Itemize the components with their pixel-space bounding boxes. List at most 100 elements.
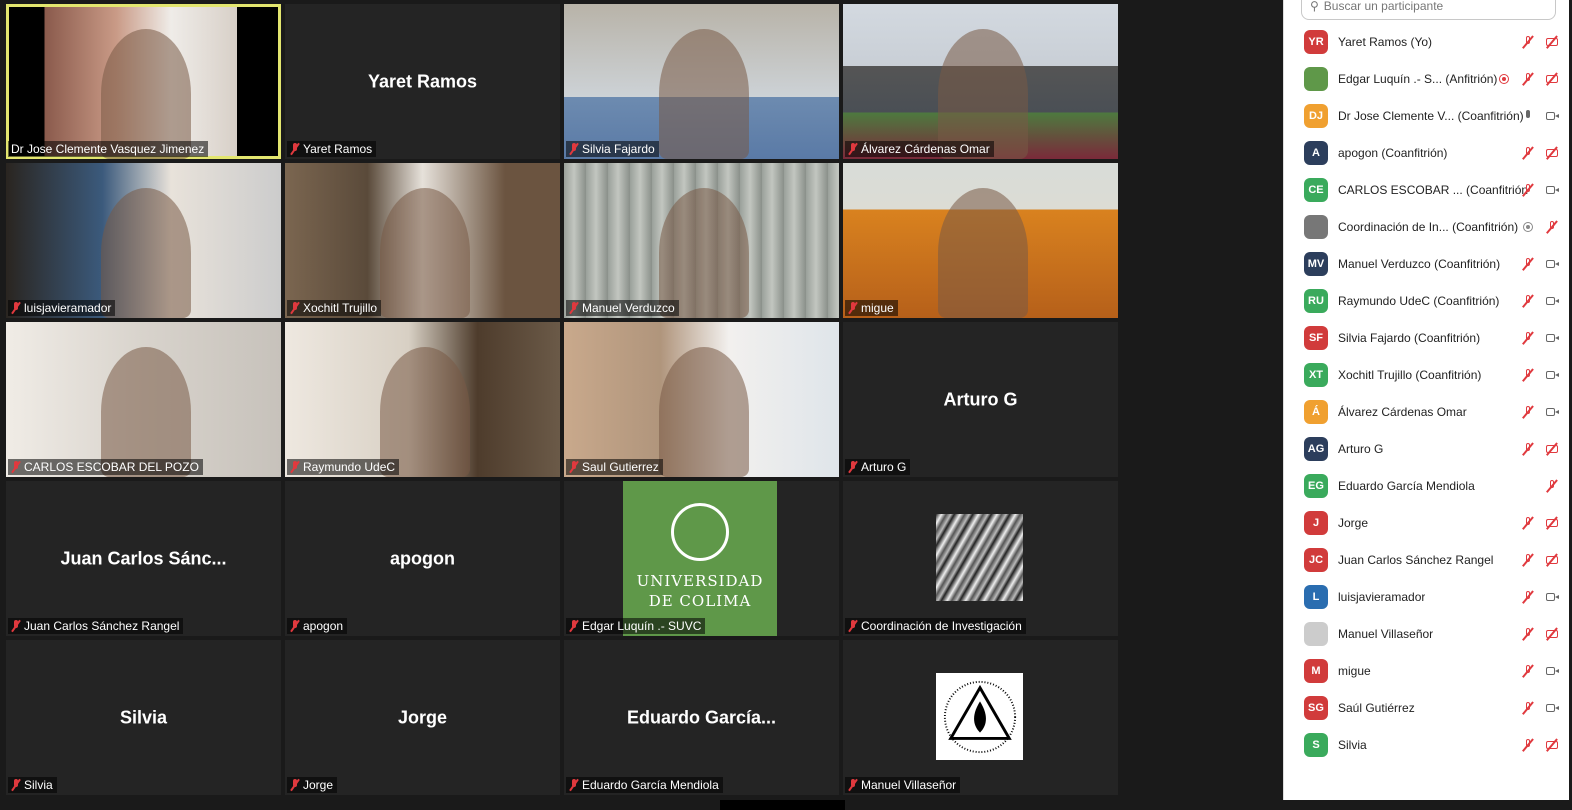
avatar: MV <box>1304 251 1328 276</box>
participant-name: Eduardo García Mendiola <box>1338 478 1475 493</box>
participant-status-icons <box>1521 356 1559 393</box>
video-tile[interactable]: CARLOS ESCOBAR DEL POZO <box>6 322 281 477</box>
participant-name: Silvia Fajardo <box>1338 330 1411 345</box>
participant-row[interactable]: Lluisjavieramador <box>1284 578 1569 615</box>
participant-name: apogon <box>303 619 344 633</box>
avatar: DJ <box>1304 103 1328 128</box>
participant-name: migue <box>1338 663 1371 678</box>
participant-status-icons <box>1521 430 1559 467</box>
participant-row[interactable]: Aapogon (Coanfitrión) <box>1284 134 1569 171</box>
participant-status-icons <box>1521 134 1559 171</box>
video-tile[interactable]: Raymundo UdeC <box>285 322 560 477</box>
camera-off-icon <box>1545 72 1559 86</box>
search-placeholder: Buscar un participante <box>1323 0 1444 13</box>
avatar: XT <box>1304 362 1328 387</box>
participant-status-icons <box>1545 467 1559 504</box>
mic-muted-icon <box>848 779 858 791</box>
participant-row[interactable]: Mmigue <box>1284 652 1569 689</box>
video-tile[interactable]: Dr Jose Clemente Vasquez Jimenez <box>6 4 281 159</box>
participant-name: Xochitl Trujillo <box>303 301 378 315</box>
video-tile[interactable]: Juan Carlos Sánc... Juan Carlos Sánchez R… <box>6 481 281 636</box>
video-tile[interactable]: Arturo G Arturo G <box>843 322 1118 477</box>
participant-row[interactable]: XT Xochitl Trujillo (Coanfitrión) <box>1284 356 1569 393</box>
video-tile[interactable]: luisjavieramador <box>6 163 281 318</box>
video-tile[interactable]: Saul Gutierrez <box>564 322 839 477</box>
video-grid: Dr Jose Clemente Vasquez Jimenez Yaret Ra… <box>6 4 1121 800</box>
participant-row[interactable]: MV Manuel Verduzco (Coanfitrión) <box>1284 245 1569 282</box>
participant-row[interactable]: DJ Dr Jose Clemente V... (Coanfitrión) <box>1284 97 1569 134</box>
video-tile[interactable]: Jorge Jorge <box>285 640 560 795</box>
participant-row[interactable]: S Silvia <box>1284 726 1569 763</box>
video-tile[interactable]: Silvia Silvia <box>6 640 281 795</box>
participant-list-name: Xochitl Trujillo (Coanfitrión) <box>1338 368 1481 382</box>
participant-row[interactable]: AG Arturo G <box>1284 430 1569 467</box>
participant-row[interactable]: CE CARLOS ESCOBAR ... (Coanfitrión) <box>1284 171 1569 208</box>
video-tile[interactable]: Xochitl Trujillo <box>285 163 560 318</box>
video-tile[interactable]: Yaret Ramos Yaret Ramos <box>285 4 560 159</box>
video-tile[interactable]: Manuel Villaseñor <box>843 640 1118 795</box>
participant-list-name: apogon (Coanfitrión) <box>1338 146 1447 160</box>
participant-display-name: Yaret Ramos <box>367 71 478 91</box>
participant-status-icons <box>1521 97 1559 134</box>
video-tile[interactable]: UNIVERSIDAD DE COLIMA Edgar Luquín .- SUVC <box>564 481 839 636</box>
participant-row[interactable]: Coordinación de In... (Coanfitrión) <box>1284 208 1569 245</box>
bottom-toolbar-edge <box>720 800 845 810</box>
participant-name: Raymundo UdeC <box>303 460 396 474</box>
participant-display-name: apogon <box>390 548 455 568</box>
participant-name: Arturo G <box>861 460 907 474</box>
participant-video <box>659 188 749 318</box>
participant-name: luisjavieramador <box>1338 589 1426 604</box>
camera-off-icon <box>1545 738 1559 752</box>
participant-name: Manuel Verduzco <box>582 301 675 315</box>
mic-muted-icon <box>11 461 21 473</box>
video-tile[interactable]: apogon apogon <box>285 481 560 636</box>
participant-name: Manuel Villaseñor <box>1338 626 1434 641</box>
camera-icon <box>1545 590 1559 604</box>
participant-list-name: Eduardo García Mendiola <box>1338 479 1475 493</box>
video-tile[interactable]: Coordinación de Investigación <box>843 481 1118 636</box>
participant-name: Yaret Ramos (Yo) <box>1338 34 1433 49</box>
avatar: RU <box>1304 288 1328 313</box>
video-tile[interactable]: Silvia Fajardo <box>564 4 839 159</box>
participant-row[interactable]: SG Saúl Gutiérrez <box>1284 689 1569 726</box>
participant-search-input[interactable]: ⚲ Buscar un participante <box>1301 0 1556 20</box>
participant-row[interactable]: J Jorge <box>1284 504 1569 541</box>
avatar: A <box>1304 140 1328 165</box>
participant-list-name: Coordinación de In... (Coanfitrión) <box>1338 220 1518 234</box>
participant-name: Edgar Luquín .- S... <box>1338 71 1443 86</box>
participant-name: Manuel Villaseñor <box>861 778 957 792</box>
participant-name-label: apogon <box>287 618 348 634</box>
mic-muted-icon <box>1521 701 1535 715</box>
participant-row[interactable]: Manuel Villaseñor <box>1284 615 1569 652</box>
participant-row[interactable]: SF Silvia Fajardo (Coanfitrión) <box>1284 319 1569 356</box>
participant-row[interactable]: YR Yaret Ramos (Yo) <box>1284 23 1569 60</box>
participant-video <box>659 347 749 477</box>
participant-row[interactable]: Á Álvarez Cárdenas Omar <box>1284 393 1569 430</box>
university-seal-icon <box>671 503 729 561</box>
mic-muted-icon <box>290 779 300 791</box>
participant-row[interactable]: RU Raymundo UdeC (Coanfitrión) <box>1284 282 1569 319</box>
mic-muted-icon <box>1521 553 1535 567</box>
participant-name-label: Yaret Ramos <box>287 141 377 157</box>
mic-muted-icon <box>290 620 300 632</box>
participant-name: Silvia Fajardo <box>582 142 655 156</box>
participant-row[interactable]: Edgar Luquín .- S... (Anfitrión) <box>1284 60 1569 97</box>
participant-name: Álvarez Cárdenas Omar <box>861 142 990 156</box>
avatar <box>1304 621 1328 646</box>
participant-role: (Coanfitrión) <box>1381 145 1448 160</box>
participant-row[interactable]: EG Eduardo García Mendiola <box>1284 467 1569 504</box>
participant-row[interactable]: JC Juan Carlos Sánchez Rangel <box>1284 541 1569 578</box>
avatar: SF <box>1304 325 1328 350</box>
video-tile[interactable]: Manuel Verduzco <box>564 163 839 318</box>
video-tile[interactable]: Eduardo García... Eduardo García Mendiola <box>564 640 839 795</box>
video-tile[interactable]: migue <box>843 163 1118 318</box>
participant-status-icons <box>1521 393 1559 430</box>
avatar: JC <box>1304 547 1328 572</box>
camera-off-icon <box>1545 516 1559 530</box>
participant-list: YR Yaret Ramos (Yo) Edgar Luquín .- S... (… <box>1284 23 1569 763</box>
video-tile[interactable]: Álvarez Cárdenas Omar <box>843 4 1118 159</box>
mic-muted-icon <box>848 302 858 314</box>
participant-list-name: Silvia Fajardo (Coanfitrión) <box>1338 331 1480 345</box>
participant-list-name: Jorge <box>1338 516 1368 530</box>
camera-icon <box>1545 257 1559 271</box>
